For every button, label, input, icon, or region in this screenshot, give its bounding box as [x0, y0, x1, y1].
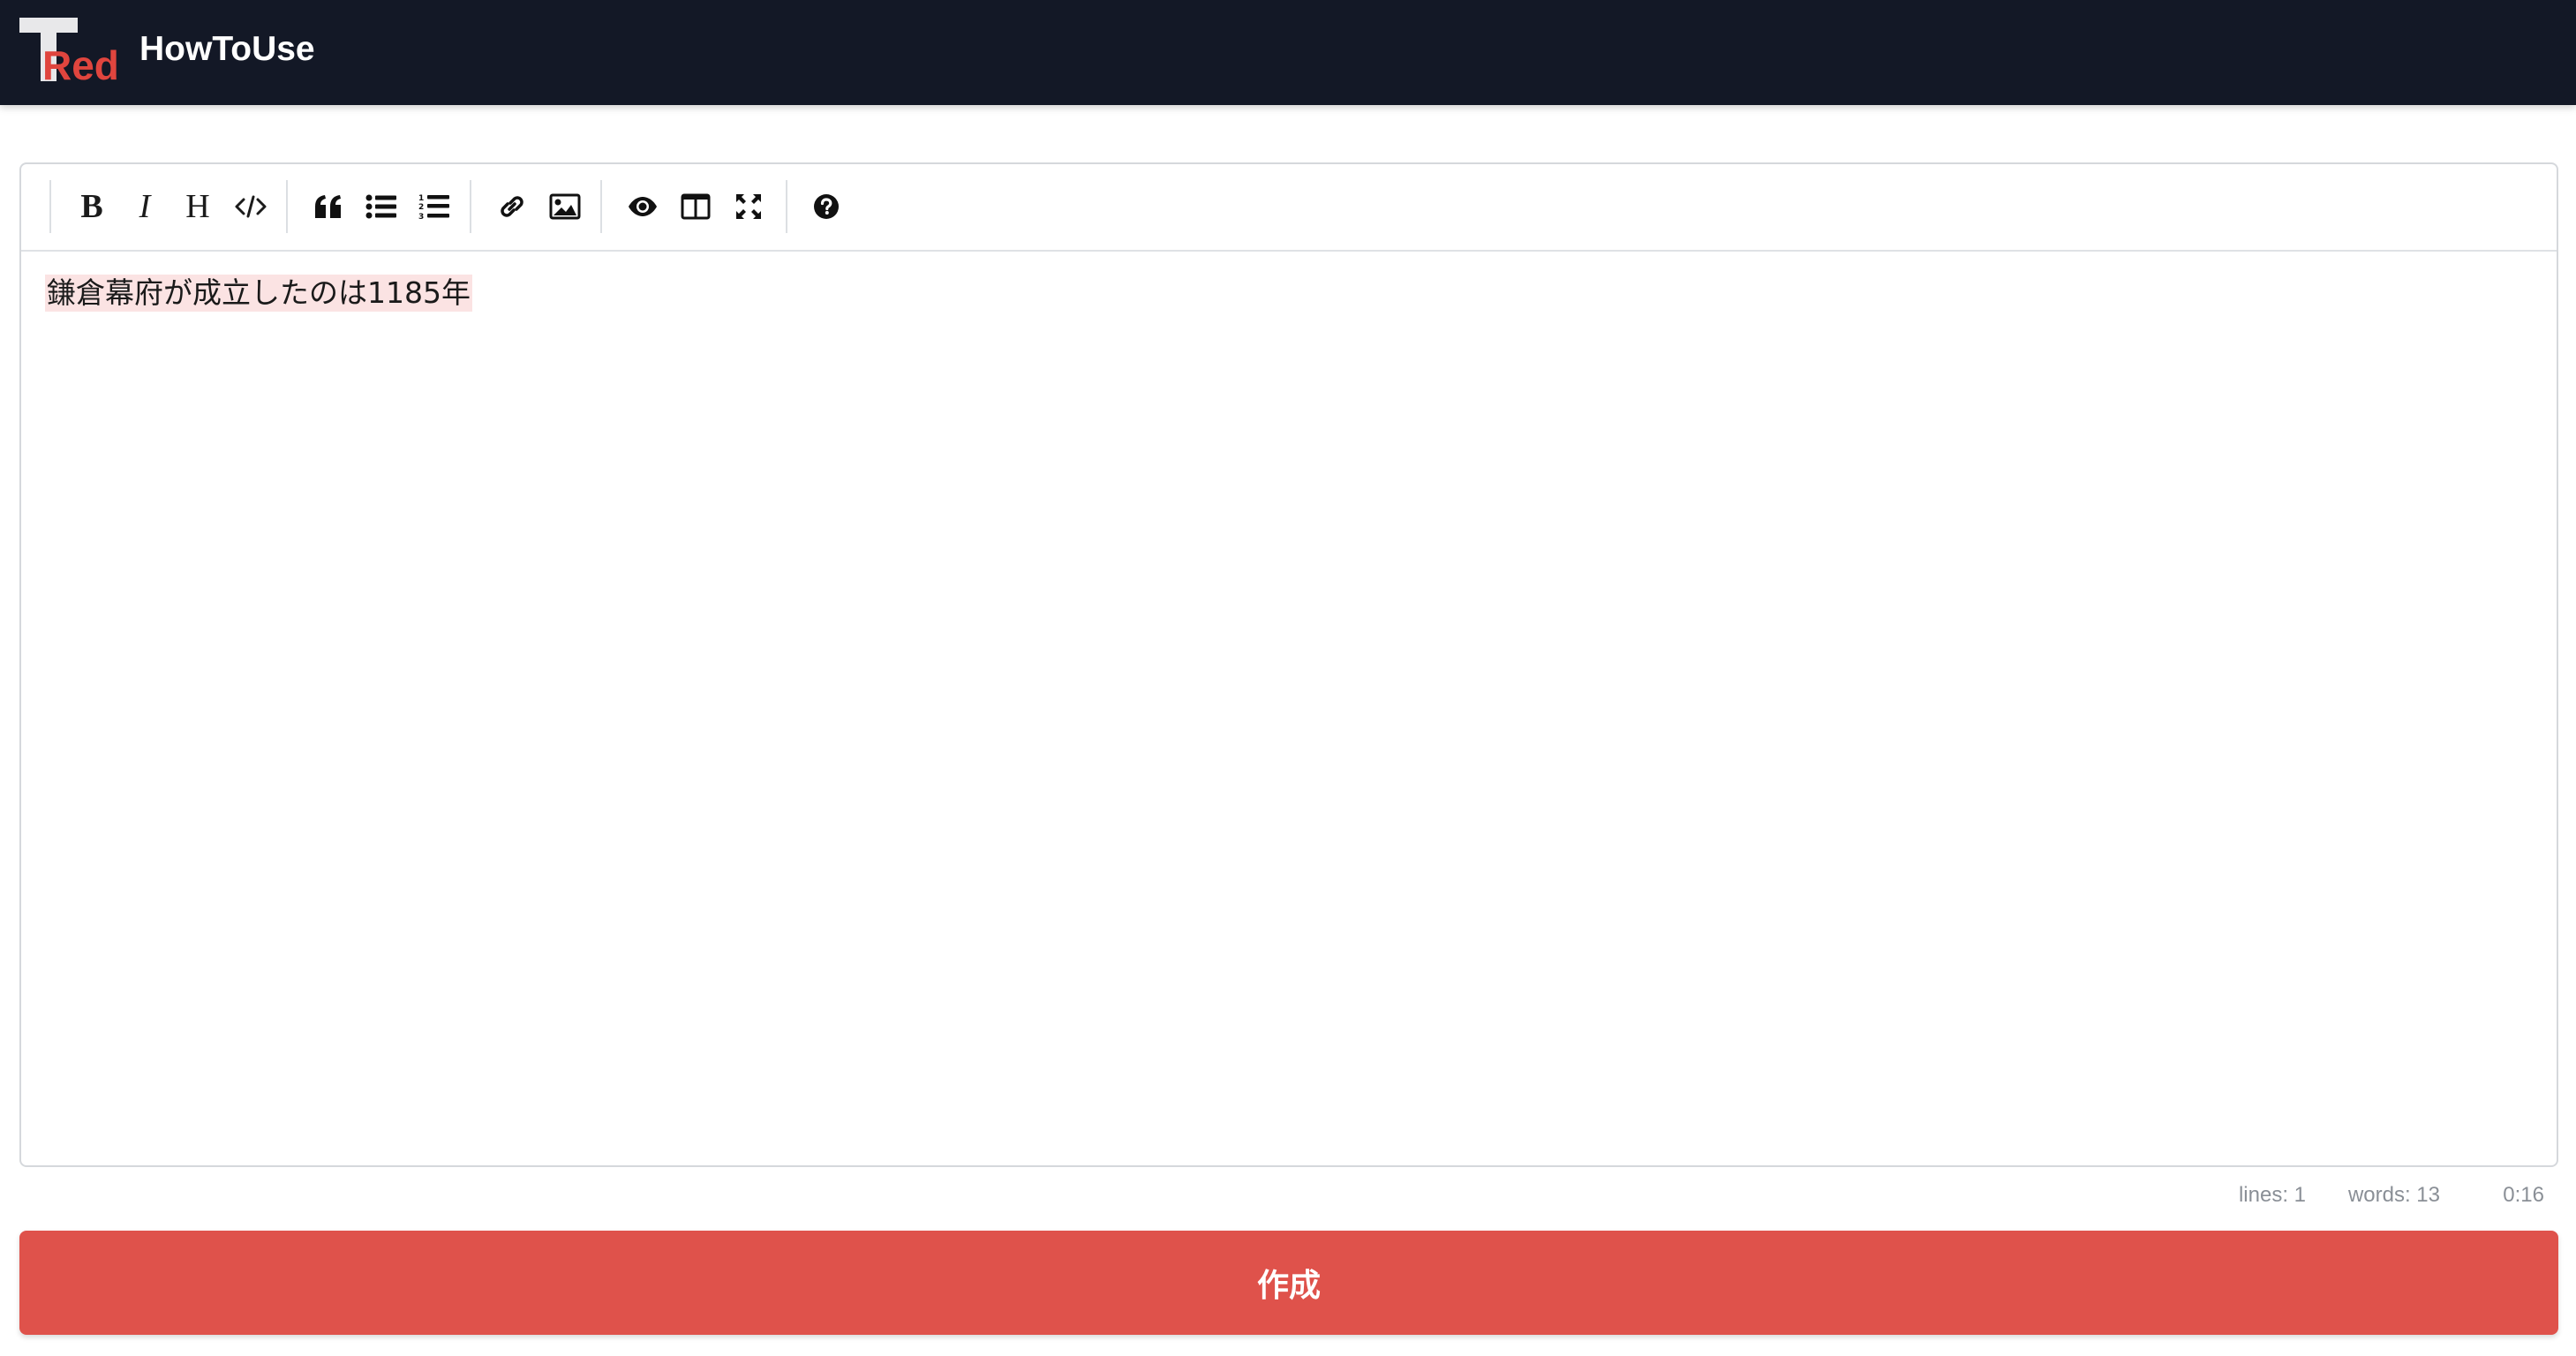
heading-icon: H — [185, 188, 210, 225]
toolbar-separator — [286, 180, 288, 233]
code-button[interactable] — [228, 184, 274, 230]
app-page: Red HowToUse B I H 1 2 3 鎌倉幕府が成立したのは1185… — [0, 0, 2576, 1356]
cursor-position: 0:16 — [2503, 1183, 2544, 1207]
toolbar-separator — [470, 180, 471, 233]
eye-icon — [629, 197, 657, 216]
editor-text-area[interactable]: 鎌倉幕府が成立したのは1185年 — [21, 252, 2557, 1165]
create-button[interactable]: 作成 — [19, 1231, 2558, 1335]
unordered-list-button[interactable] — [358, 184, 404, 230]
top-navbar: Red HowToUse — [0, 0, 2576, 105]
tred-logo[interactable]: Red — [19, 18, 124, 81]
bold-icon: B — [80, 188, 103, 225]
code-icon — [235, 195, 267, 218]
toolbar-separator — [49, 180, 51, 233]
editor-toolbar: B I H 1 2 3 — [21, 164, 2557, 252]
logo-red-text: Red — [42, 42, 119, 81]
markdown-guide-button[interactable] — [803, 184, 849, 230]
bold-button[interactable]: B — [69, 184, 115, 230]
image-icon — [549, 193, 581, 220]
toolbar-separator — [786, 180, 787, 233]
question-icon — [814, 194, 839, 219]
markdown-editor: B I H 1 2 3 鎌倉幕府が成立したのは1185年 — [19, 162, 2558, 1167]
link-icon — [501, 196, 523, 217]
svg-text:3: 3 — [418, 213, 424, 221]
svg-text:2: 2 — [418, 203, 424, 212]
bullet-list-icon — [365, 194, 396, 219]
line-count: lines: 1 — [2238, 1183, 2306, 1207]
italic-icon: I — [139, 188, 151, 225]
app-title[interactable]: HowToUse — [139, 26, 315, 72]
heading-button[interactable]: H — [175, 184, 221, 230]
columns-icon — [681, 193, 711, 220]
word-count: words: 13 — [2347, 1183, 2440, 1207]
side-by-side-button[interactable] — [673, 184, 719, 230]
quote-icon — [315, 195, 341, 218]
quote-button[interactable] — [305, 184, 351, 230]
link-button[interactable] — [489, 184, 535, 230]
fullscreen-button[interactable] — [726, 184, 772, 230]
numbered-list-icon: 1 2 3 — [418, 194, 449, 221]
fullscreen-icon — [736, 194, 761, 219]
editor-content-line[interactable]: 鎌倉幕府が成立したのは1185年 — [45, 275, 472, 312]
italic-button[interactable]: I — [122, 184, 168, 230]
editor-statusbar: lines: 1 words: 13 0:16 — [2173, 1183, 2544, 1215]
ordered-list-button[interactable]: 1 2 3 — [411, 184, 457, 230]
image-button[interactable] — [542, 184, 588, 230]
preview-button[interactable] — [620, 184, 666, 230]
svg-text:1: 1 — [418, 194, 424, 203]
toolbar-separator — [600, 180, 602, 233]
